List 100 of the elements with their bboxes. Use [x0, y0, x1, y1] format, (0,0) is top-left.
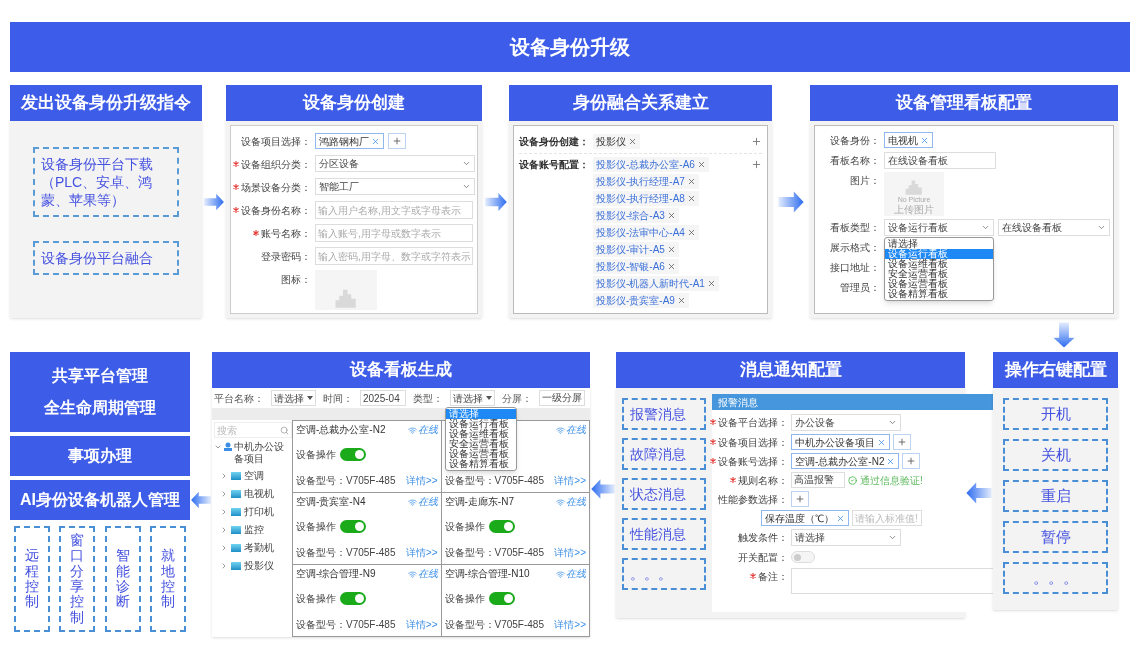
input-field[interactable]: 输入密码,用字母、数字或字符表示: [315, 247, 473, 265]
selected-tag[interactable]: 投影仪-审计-A5: [593, 242, 679, 257]
select-field[interactable]: 请选择: [791, 529, 901, 546]
toggle-switch[interactable]: [488, 592, 515, 605]
tree-item[interactable]: 打印机: [214, 504, 292, 519]
select-field[interactable]: 请选择: [271, 390, 316, 406]
input-field[interactable]: 输入用户名称,用文字或字母表示: [315, 201, 473, 219]
field-label: 设备项目选择：: [241, 134, 311, 149]
selected-tag[interactable]: 投影仪-法审中心-A4: [593, 225, 699, 240]
dropdown-option[interactable]: 请选择: [885, 239, 993, 249]
selected-tag[interactable]: 电视机: [884, 132, 933, 148]
select-field[interactable]: 在线设备看板: [998, 219, 1110, 236]
input-field[interactable]: 输入账号,用字母或数字表示: [315, 224, 473, 242]
add-button[interactable]: [791, 491, 809, 507]
details-link[interactable]: 详情>>: [554, 617, 586, 632]
plus-icon: [906, 456, 917, 466]
input-field[interactable]: 2025-04: [360, 390, 406, 406]
details-link[interactable]: 详情>>: [554, 545, 586, 560]
dropdown-option[interactable]: 设备运营看板: [445, 449, 516, 459]
add-button[interactable]: [388, 133, 406, 149]
required-icon: [750, 573, 756, 579]
notes-field[interactable]: [791, 568, 994, 594]
toggle-switch[interactable]: [340, 520, 366, 533]
field-label: 管理员：: [839, 281, 880, 295]
section-header: 身份融合关系建立: [509, 85, 772, 121]
plus-icon[interactable]: [751, 136, 762, 147]
dropdown-option[interactable]: 设备运维看板: [885, 259, 993, 269]
menu-option[interactable]: 暂停: [1003, 521, 1108, 553]
tree-item[interactable]: 中机办公设备项目: [214, 441, 292, 465]
menu-option[interactable]: 。。。: [1003, 562, 1108, 594]
tree-item[interactable]: 考勤机: [214, 540, 292, 555]
toggle-switch[interactable]: [791, 551, 815, 563]
dropdown-option[interactable]: 设备精算看板: [885, 289, 993, 299]
menu-option[interactable]: 开机: [1003, 398, 1108, 430]
select-field[interactable]: 智能工厂: [315, 178, 475, 195]
details-link[interactable]: 详情>>: [405, 617, 438, 632]
input-field[interactable]: 请输入标准值!: [852, 510, 922, 526]
input-field[interactable]: 高温报警: [791, 472, 845, 488]
selected-tag[interactable]: 保存温度（℃）: [761, 510, 849, 526]
dropdown-option[interactable]: 设备运营看板: [885, 279, 993, 289]
tree-item[interactable]: 投影仪: [214, 558, 292, 573]
device-name: 空调-综合管理-N10: [444, 568, 530, 580]
selected-tag[interactable]: 投影仪-总裁办公室-A6: [593, 157, 709, 172]
selected-tag[interactable]: 投影仪-执行经理-A7: [593, 174, 699, 189]
message-type[interactable]: 状态消息: [622, 478, 706, 510]
message-type[interactable]: 报警消息: [622, 398, 706, 430]
input-field[interactable]: 在线设备看板: [884, 152, 996, 169]
input-field[interactable]: 一级分屏: [539, 390, 585, 406]
tree-item[interactable]: 电视机: [214, 486, 292, 501]
select-field[interactable]: 请选择: [450, 390, 495, 406]
section-header: 设备管理看板配置: [810, 85, 1118, 121]
dropdown-option[interactable]: 请选择: [445, 409, 516, 419]
tree-item[interactable]: 空调: [214, 468, 292, 483]
selected-tag[interactable]: 投影仪-综合-A3: [593, 208, 679, 223]
menu-option[interactable]: 重启: [1003, 480, 1108, 512]
message-type[interactable]: 故障消息: [622, 438, 706, 470]
message-type[interactable]: 。。。: [622, 558, 706, 590]
add-button[interactable]: [902, 453, 921, 469]
toggle-switch[interactable]: [340, 592, 366, 605]
dropdown-option[interactable]: 设备运行看板: [445, 419, 516, 429]
details-link[interactable]: 详情>>: [405, 545, 438, 560]
toggle-switch[interactable]: [488, 520, 515, 533]
details-link[interactable]: 详情>>: [405, 473, 438, 488]
remove-icon: [706, 279, 716, 288]
remove-icon: [686, 228, 696, 237]
selected-tag[interactable]: 投影仪-机器人新时代-A1: [593, 276, 719, 291]
action-label: 就地控制: [161, 548, 175, 610]
selected-tag[interactable]: 中机办公设备项目: [791, 434, 890, 450]
select-field[interactable]: 办公设备: [791, 414, 901, 431]
remove-icon: [920, 135, 929, 145]
status-label: 在线: [407, 568, 438, 580]
chevron-down-icon: [888, 418, 897, 427]
selected-tag[interactable]: 投影仪-智银-A6: [593, 259, 679, 274]
section-header: 设备身份创建: [226, 85, 482, 121]
step-item: 设备身份平台融合: [33, 241, 179, 275]
tree-item[interactable]: 监控: [214, 522, 292, 537]
selected-tag[interactable]: 投影仪-贵宾室-A9: [593, 293, 689, 308]
select-field[interactable]: 设备运行看板: [884, 219, 994, 236]
selected-tag[interactable]: 投影仪: [593, 134, 640, 149]
plus-icon[interactable]: [751, 159, 762, 170]
remove-icon: [666, 211, 676, 220]
selected-tag[interactable]: 鸿路钢构厂: [315, 133, 384, 149]
dropdown-option[interactable]: 设备精算看板: [445, 459, 516, 469]
select-field[interactable]: 分区设备: [315, 155, 475, 172]
selected-tag[interactable]: 空调-总裁办公室-N2: [791, 453, 900, 469]
menu-option[interactable]: 关机: [1003, 439, 1108, 471]
dropdown-option[interactable]: 设备运行看板: [885, 249, 993, 259]
chevron-down-icon: [214, 443, 222, 451]
remove-icon: [836, 513, 845, 523]
details-link[interactable]: 详情>>: [554, 473, 586, 488]
add-button[interactable]: [893, 434, 911, 450]
message-type[interactable]: 性能消息: [622, 518, 706, 550]
dropdown-option[interactable]: 安全运营看板: [885, 269, 993, 279]
dropdown-option[interactable]: 安全运营看板: [445, 439, 516, 449]
block-label: AI身份设备机器人管理: [20, 491, 180, 509]
dropdown-option[interactable]: 设备运维看板: [445, 429, 516, 439]
wifi-icon: [556, 425, 565, 435]
toggle-switch[interactable]: [340, 448, 366, 461]
selected-tag[interactable]: 投影仪-执行经理-A8: [593, 191, 699, 206]
switch-label: 设备操作: [296, 448, 336, 462]
